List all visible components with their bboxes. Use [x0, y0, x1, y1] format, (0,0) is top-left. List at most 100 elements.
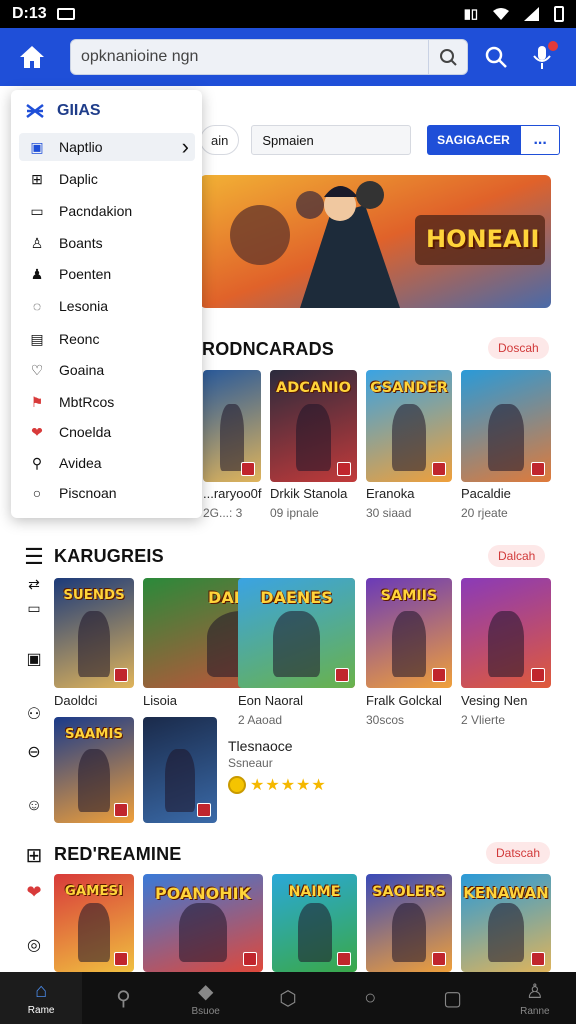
game-tile[interactable]: SAMIIS — [366, 578, 452, 688]
camera-icon[interactable]: ◎ — [22, 933, 46, 957]
heart-outline-icon: ♡ — [30, 361, 44, 378]
tile-title: KENAWAN — [463, 884, 549, 902]
drawer-item[interactable]: ⚲ Avidea — [19, 449, 195, 477]
game-tile[interactable] — [143, 717, 217, 823]
game-tile[interactable]: KENAWAN — [461, 874, 551, 972]
bottom-nav-item[interactable]: ♙ Ranne — [494, 972, 576, 1024]
filter-chip[interactable]: ain — [200, 125, 240, 155]
drawer-item-label: Avidea — [59, 455, 102, 471]
share-icon[interactable]: ⇄ — [22, 572, 46, 596]
notifications-button[interactable] — [524, 39, 560, 75]
controller-icon[interactable]: ⊖ — [22, 740, 46, 764]
tile-badge-icon — [241, 462, 255, 476]
square-icon: ▢ — [443, 987, 462, 1010]
grid-icon: ⊞ — [31, 170, 43, 187]
search-button[interactable] — [478, 39, 514, 75]
search-divider — [428, 39, 429, 75]
tile-badge-icon — [337, 462, 351, 476]
vibrate-icon: ▮▯ — [463, 6, 478, 21]
tile-character — [220, 403, 244, 471]
tile-caption: Eranoka — [366, 486, 415, 501]
tile-subtitle: 2 Aaoad — [238, 713, 283, 727]
menu-icon[interactable]: ☰ — [22, 544, 46, 569]
layers-icon: ◆ — [198, 981, 214, 1003]
game-tile[interactable]: SUENDS — [54, 578, 134, 688]
home-button[interactable] — [10, 35, 54, 79]
game-tile[interactable]: GSANDER — [366, 370, 452, 482]
bottom-nav-item[interactable]: ◆ Bsuoe — [165, 972, 247, 1024]
drawer-item[interactable]: ⊞ Daplic — [19, 165, 195, 193]
tile-badge-icon — [531, 462, 545, 476]
game-tile[interactable] — [203, 370, 261, 482]
bottom-nav-item[interactable]: ○ — [329, 972, 411, 1024]
drawer-item[interactable]: ♟ Poenten — [19, 260, 195, 288]
drawer-item[interactable]: ⚑ MbtRcos — [19, 388, 195, 416]
search-input[interactable] — [81, 48, 418, 66]
drawer-item[interactable]: ▭ Pacndakion — [19, 197, 195, 225]
game-tile[interactable] — [461, 578, 551, 688]
section-2-pill[interactable]: Dalcah — [488, 545, 546, 567]
notification-dot — [548, 41, 558, 51]
drawer-item-label: Poenten — [59, 266, 112, 282]
game-tile[interactable] — [461, 370, 551, 482]
drawer-item[interactable]: ▣ Naptlio › — [19, 133, 195, 161]
filter-select[interactable]: Spmaien — [251, 125, 411, 155]
heart-icon: ❤ — [31, 423, 43, 440]
section-1-pill[interactable]: Doscah — [488, 337, 549, 359]
tile-character — [78, 748, 110, 813]
search-bar[interactable] — [70, 39, 468, 75]
rating-stars: ★★★★★ — [250, 777, 327, 794]
status-bar: D:13 ▮▯ — [0, 0, 576, 28]
bottom-navigation: ⌂ Rame ⚲ ◆ Bsuoe ⬡ ○ ▢ ♙ Ranne — [0, 972, 576, 1024]
search-icon[interactable] — [439, 48, 457, 66]
tile-badge-icon — [432, 462, 446, 476]
game-tile[interactable]: DAENES — [238, 578, 355, 688]
filter-row: ain Spmaien SAGIGACER ... — [200, 124, 561, 156]
tile-character — [391, 903, 427, 963]
battery-icon — [554, 6, 564, 22]
game-tile[interactable]: GAMESI — [54, 874, 134, 972]
drawer-item[interactable]: ▤ Reonc — [19, 325, 195, 353]
bottom-nav-item[interactable]: ⬡ — [247, 972, 329, 1024]
emoji-icon[interactable]: ☺ — [22, 794, 46, 818]
drawer-item[interactable]: ❤ Cnoelda — [19, 418, 195, 446]
heart-icon[interactable]: ❤ — [22, 880, 46, 904]
tile-character — [296, 403, 331, 471]
person-icon[interactable]: ⚇ — [22, 702, 46, 726]
bottom-nav-item[interactable]: ▢ — [411, 972, 493, 1024]
game-tile[interactable]: SAAMIS — [54, 717, 134, 823]
bottom-nav-item[interactable]: ⌂ Rame — [0, 972, 83, 1024]
home-icon — [20, 46, 44, 68]
drawer-item-label: Daplic — [59, 171, 98, 187]
game-tile[interactable]: ADCANIO — [270, 370, 357, 482]
game-tile[interactable]: SAOLERS — [366, 874, 452, 972]
coin-icon — [228, 776, 246, 794]
banner-title: HONEAII — [426, 225, 540, 253]
logo-icon — [26, 104, 44, 118]
magnifier-icon: ○ — [32, 485, 42, 501]
drawer-item[interactable]: ○ Piscnoan — [19, 479, 195, 507]
calendar-icon[interactable]: ▣ — [22, 647, 46, 671]
search-icon: ⚲ — [116, 987, 131, 1010]
drawer-item-label: Piscnoan — [59, 485, 117, 501]
filter-search-button[interactable]: SAGIGACER — [426, 125, 521, 155]
featured-banner[interactable]: HONEAII — [200, 175, 551, 308]
drawer-item[interactable]: ◌ Lesonia — [19, 292, 195, 320]
game-tile[interactable]: NAIME — [272, 874, 357, 972]
tile-character — [297, 903, 332, 963]
drawer-item[interactable]: ♙ Boants — [19, 229, 195, 257]
tile-badge-icon — [243, 952, 257, 966]
drawer-item[interactable]: ♡ Goaina — [19, 356, 195, 384]
gamepad-icon[interactable]: ▭ — [22, 596, 46, 620]
tile-title: SAAMIS — [64, 727, 124, 742]
tile-caption: Lisoia — [143, 693, 177, 708]
tile-character — [488, 611, 524, 677]
more-options-button[interactable]: ... — [520, 125, 561, 155]
bottom-nav-label: Bsuoe — [191, 1006, 220, 1017]
drawer-item-label: Boants — [59, 235, 103, 251]
section-3-pill[interactable]: Datscah — [486, 842, 551, 864]
tile-title: POANOHIK — [154, 884, 251, 903]
grid-icon[interactable]: ⊞ — [22, 843, 46, 867]
bottom-nav-item[interactable]: ⚲ — [82, 972, 164, 1024]
game-tile[interactable]: POANOHIK — [143, 874, 263, 972]
